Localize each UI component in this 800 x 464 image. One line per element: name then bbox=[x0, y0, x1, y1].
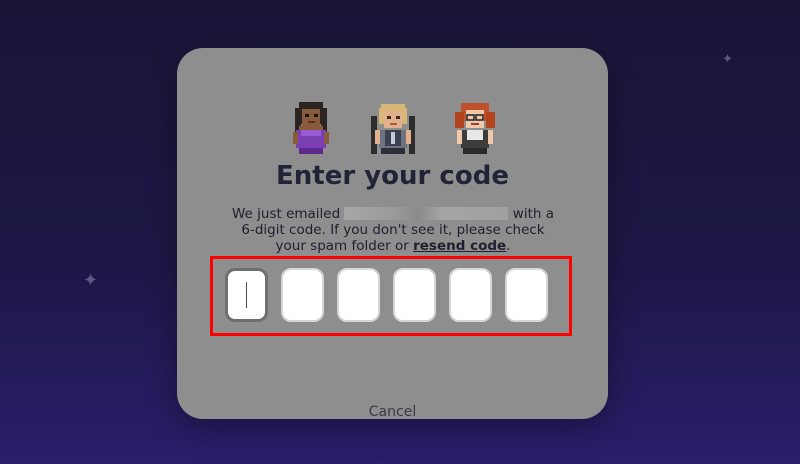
sparkle-icon: ✦ bbox=[83, 270, 99, 291]
text-caret bbox=[245, 282, 248, 308]
resend-code-link[interactable]: resend code bbox=[413, 238, 506, 254]
code-digit-6[interactable] bbox=[505, 268, 548, 322]
code-digit-3[interactable] bbox=[337, 268, 380, 322]
cancel-row: Cancel bbox=[177, 404, 608, 420]
sparkle-icon: ✦ bbox=[722, 52, 733, 67]
description-period: . bbox=[506, 238, 511, 254]
avatar-redhead-icon bbox=[454, 103, 495, 154]
dialog-title: Enter your code bbox=[276, 161, 509, 191]
redacted-email bbox=[344, 207, 509, 220]
description-before: We just emailed bbox=[232, 206, 341, 222]
avatar-armored-icon bbox=[370, 104, 415, 154]
code-entry-dialog: Enter your code We just emailed with a 6… bbox=[177, 48, 608, 420]
code-digit-5[interactable] bbox=[449, 268, 492, 322]
code-digit-2[interactable] bbox=[281, 268, 324, 322]
code-digit-1[interactable] bbox=[225, 268, 268, 322]
dialog-description: We just emailed with a 6-digit code. If … bbox=[225, 206, 561, 254]
avatar-purple-dress-icon bbox=[292, 102, 329, 154]
code-digit-4[interactable] bbox=[393, 268, 436, 322]
code-input-group bbox=[225, 268, 548, 322]
cancel-link[interactable]: Cancel bbox=[369, 404, 416, 420]
avatar-group bbox=[177, 100, 608, 156]
